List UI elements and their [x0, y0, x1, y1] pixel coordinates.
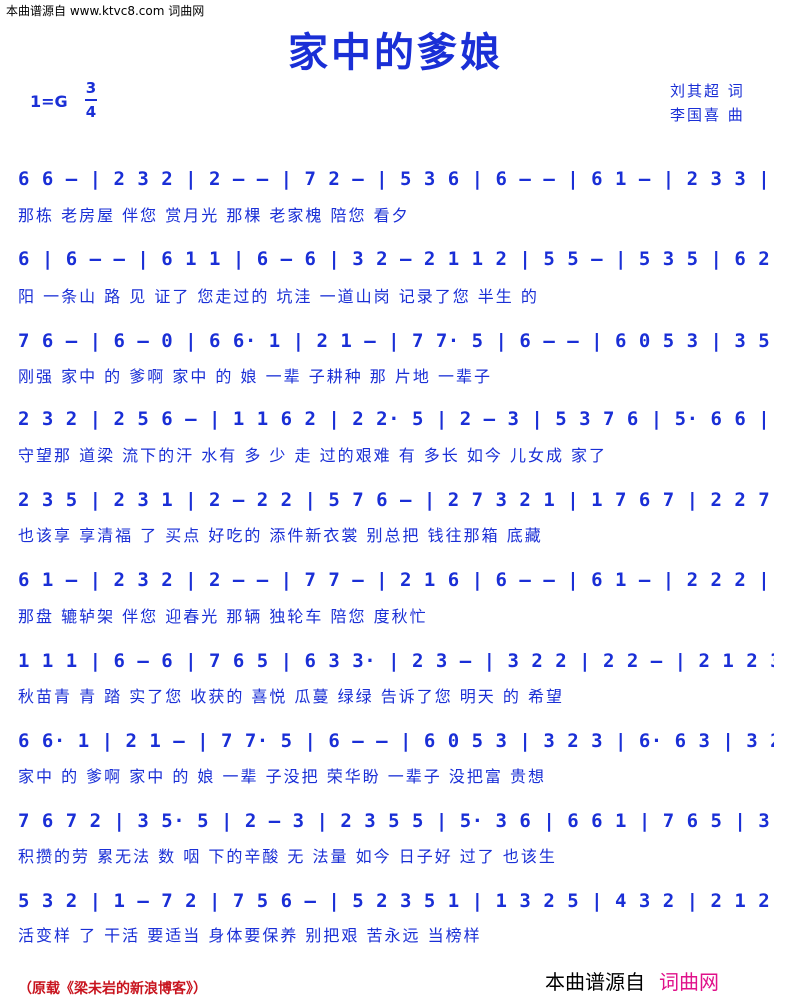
lyric-line-4: 守望那 道梁 流下的汗 水有 多 少 走 过的艰难 有 多长 如今 儿女成 家了 — [18, 446, 608, 465]
composer-credit: 李国喜 曲 — [670, 106, 745, 124]
time-signature-top: 3 — [85, 79, 97, 97]
time-signature: 3 4 — [84, 77, 98, 123]
melody-line-8: 6 6· 1 | 2 1 — | 7 7· 5 | 6 — — | 6 0 5 … — [18, 730, 774, 752]
original-source-note: （原载《梁未岩的新浪博客》） — [18, 981, 207, 997]
melody-line-6: 6 1 — | 2 3 2 | 2 — — | 7 7 — | 2 1 6 | … — [18, 569, 774, 591]
song-title: 家中的爹娘 — [288, 29, 503, 76]
footer-brand-site: 词曲网 — [659, 970, 719, 994]
melody-line-9: 7 6 7 2 | 3 5· 5 | 2 — 3 | 2 3 5 5 | 5· … — [18, 810, 774, 832]
lyric-line-2: 阳 一条山 路 见 证了 您走过的 坑洼 一道山岗 记录了您 半生 的 — [18, 287, 539, 306]
lyric-line-3: 刚强 家中 的 爹啊 家中 的 娘 一辈 子耕种 那 片地 一辈子 — [18, 367, 492, 386]
melody-line-7: 1 1 1 | 6 — 6 | 7 6 5 | 6 3 3· | 2 3 — |… — [18, 650, 774, 672]
lyric-line-8: 家中 的 爹啊 家中 的 娘 一辈 子没把 荣华盼 一辈子 没把富 贵想 — [18, 767, 546, 786]
time-signature-bottom: 4 — [85, 103, 97, 121]
melody-line-3: 7 6 — | 6 — 0 | 6 6· 1 | 2 1 — | 7 7· 5 … — [18, 330, 774, 352]
melody-line-10: 5 3 2 | 1 — 7 2 | 7 5 6 — | 5 2 3 5 1 | … — [18, 890, 774, 912]
lyric-line-9: 积攒的劳 累无法 数 咽 下的辛酸 无 法量 如今 日子好 过了 也该生 — [18, 847, 557, 866]
lyric-line-1: 那栋 老房屋 伴您 赏月光 那棵 老家槐 陪您 看夕 — [18, 206, 410, 225]
source-watermark: 本曲谱源自 www.ktvc8.com 词曲网 — [6, 4, 205, 18]
melody-line-4: 2 3 2 | 2 5 6 — | 1 1 6 2 | 2 2· 5 | 2 —… — [18, 408, 774, 430]
melody-line-2: 6 | 6 — — | 6 1 1 | 6 — 6 | 3 2 — 2 1 1 … — [18, 248, 774, 270]
lyricist-credit: 刘其超 词 — [670, 82, 745, 100]
key-signature: 1=G — [30, 92, 68, 111]
lyric-line-7: 秋苗青 青 踏 实了您 收获的 喜悦 瓜蔓 绿绿 告诉了您 明天 的 希望 — [18, 687, 564, 706]
lyric-line-6: 那盘 辘轳架 伴您 迎春光 那辆 独轮车 陪您 度秋忙 — [18, 607, 428, 626]
melody-line-1: 6 6 — | 2 3 2 | 2 — — | 7 2 — | 5 3 6 | … — [18, 168, 774, 190]
lyric-line-10: 活变样 了 干活 要适当 身体要保养 别把艰 苦永远 当榜样 — [18, 926, 482, 945]
melody-line-5: 2 3 5 | 2 3 1 | 2 — 2 2 | 5 7 6 — | 2 7 … — [18, 489, 774, 511]
footer-brand-prefix: 本曲谱源自 — [545, 970, 645, 994]
lyric-line-5: 也该享 享清福 了 买点 好吃的 添件新衣裳 别总把 钱往那箱 底藏 — [18, 526, 543, 545]
footer-brand: 本曲谱源自 词曲网 — [545, 966, 719, 995]
